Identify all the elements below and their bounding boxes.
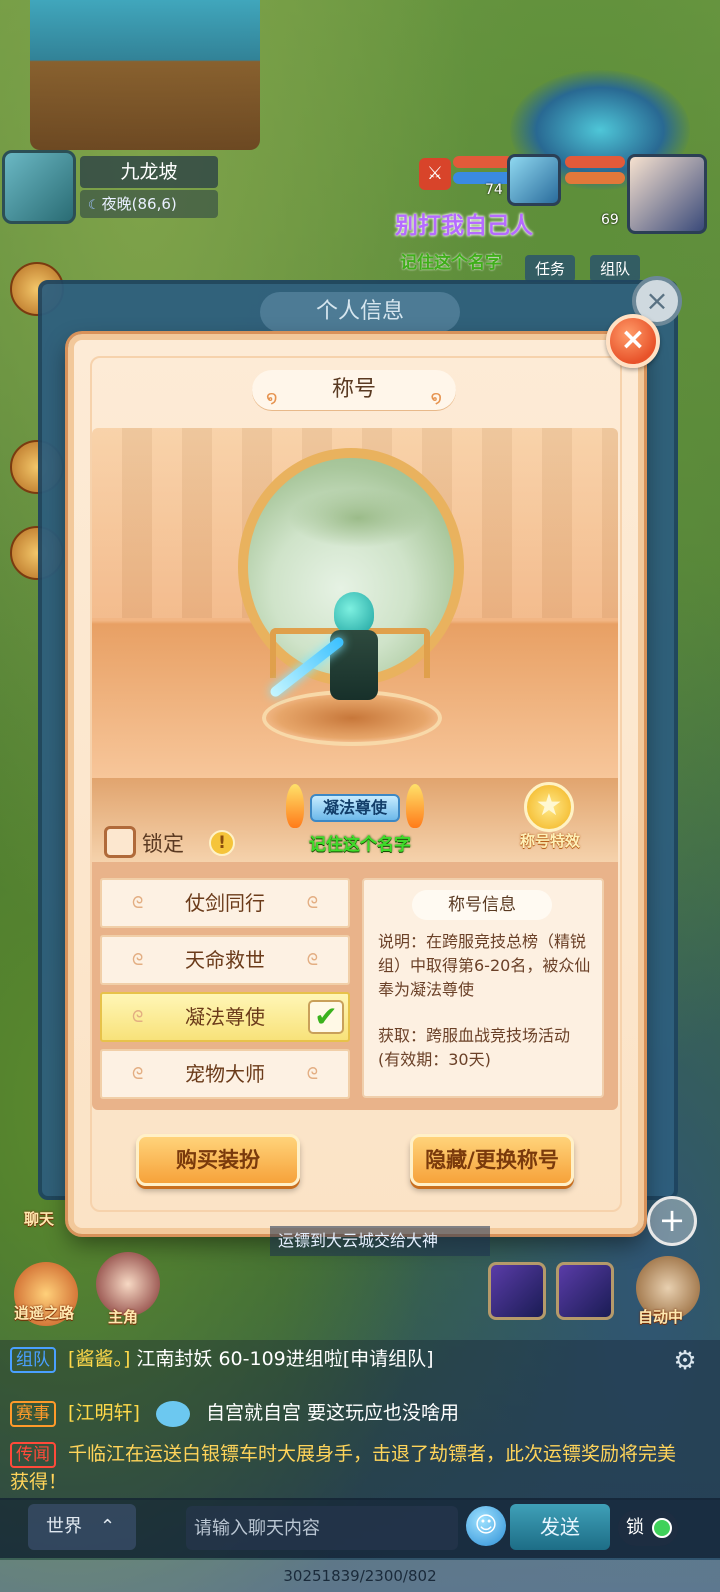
title-item-label: 宠物大师: [185, 1062, 265, 1086]
character-head: [334, 592, 374, 634]
chat-channel-select[interactable]: 世界 ⌃: [28, 1504, 136, 1550]
member1-hp-bar: [453, 156, 513, 168]
pk-sword-icon[interactable]: ⚔: [419, 158, 451, 190]
cloud-ornament-icon: ᘓ: [132, 1007, 144, 1026]
title-effect-label: 称号特效: [519, 832, 580, 850]
cloud-ornament-icon: ᘓ: [306, 893, 318, 912]
emoji-icon[interactable]: ☺: [466, 1506, 506, 1546]
member2-hp-bar: [565, 156, 625, 168]
swirl-ornament-icon: ໑: [430, 387, 442, 408]
modal-title: ໑ 称号 ໑: [252, 370, 456, 410]
flame-left-icon: [286, 784, 304, 828]
skill-slot-1-icon[interactable]: [488, 1262, 546, 1320]
chat-sender[interactable]: [江明轩]: [68, 1402, 140, 1424]
lock-checkbox[interactable]: [104, 826, 136, 858]
equipped-title-name: 凝法尊使: [310, 794, 400, 822]
cloud-ornament-icon: ᘓ: [132, 893, 144, 912]
moon-icon: ☾: [88, 198, 100, 213]
skill-slot-2-icon[interactable]: [556, 1262, 614, 1320]
member2-mp-bar: [565, 172, 625, 184]
channel-label: 世界: [46, 1516, 82, 1537]
chat-line-1[interactable]: 组队 [酱酱。] 江南封妖 60-109进组啦[申请组队]: [10, 1344, 434, 1373]
cloud-ornament-icon: ᘓ: [306, 1064, 318, 1083]
swirl-ornament-icon: ໑: [266, 387, 278, 408]
title-obtain: 获取：跨服血战竞技场活动(有效期：30天): [378, 1026, 571, 1069]
sender-avatar-icon: [155, 1400, 190, 1427]
title-item-1[interactable]: ᘓ 仗剑同行 ᘓ: [100, 878, 350, 928]
checkmark-icon[interactable]: ✔: [308, 1000, 344, 1034]
chat-side-label[interactable]: 聊天: [24, 1208, 54, 1229]
modal-close-button[interactable]: ×: [606, 314, 660, 368]
chat-message: 千临江在运送白银镖车时大展身手，击退了劫镖者，此次运镖奖励将完美获得！: [10, 1443, 677, 1493]
chat-settings-gear-icon[interactable]: ⚙: [670, 1346, 700, 1376]
member2-avatar[interactable]: [627, 154, 707, 234]
title-description: 说明：在跨服竞技总榜（精锐组）中取得第6-20名，被众仙奉为凝法尊使: [378, 932, 591, 999]
member1-avatar[interactable]: [507, 154, 561, 206]
title-item-3-selected[interactable]: ᘓ 凝法尊使 ✔: [100, 992, 350, 1042]
member1-mp-bar: [453, 172, 513, 184]
cloud-ornament-icon: ᘓ: [306, 950, 318, 969]
quest-pill[interactable]: 任务: [525, 255, 576, 282]
location-panel[interactable]: 九龙坡 ☾ 夜晚(86,6): [2, 150, 222, 226]
chat-tag: 传闻: [10, 1442, 56, 1468]
chevron-up-icon: ⌃: [100, 1516, 116, 1537]
time-coords: ☾ 夜晚(86,6): [80, 190, 218, 218]
personal-info-title: 个人信息: [260, 292, 460, 332]
star-icon: ★: [524, 782, 574, 832]
character-showcase: [92, 428, 618, 778]
cloud-ornament-icon: ᘓ: [132, 1064, 144, 1083]
chat-tag: 赛事: [10, 1401, 56, 1427]
chat-line-3[interactable]: 传闻 千临江在运送白银镖车时大展身手，击退了劫镖者，此次运镖奖励将完美获得！: [10, 1440, 690, 1496]
convoy-quest-text[interactable]: 运镖到大云城交给大神: [270, 1226, 490, 1256]
hero-label: 主角: [108, 1308, 139, 1326]
top-pills: 任务 组队: [525, 255, 650, 282]
buy-outfit-button[interactable]: 购买装扮: [136, 1134, 300, 1186]
member1-level: 74: [485, 182, 503, 198]
character-model: [268, 592, 388, 722]
equipped-title-subtitle: 记住这个名字: [309, 835, 411, 855]
coords-text: 夜晚(86,6): [101, 195, 177, 213]
equipped-title-badge: 凝法尊使 记住这个名字: [280, 780, 430, 856]
world-player-name: 别打我自己人: [395, 213, 533, 239]
minimap-icon[interactable]: [2, 150, 76, 224]
title-list: ᘓ 仗剑同行 ᘓ ᘓ 天命救世 ᘓ ᘓ 凝法尊使 ✔ ᘓ 宠物大师 ᘓ: [100, 878, 350, 1106]
world-player-title: 记住这个名字: [400, 253, 502, 273]
modal-title-text: 称号: [331, 377, 376, 402]
quest-road-label: 逍遥之路: [14, 1304, 75, 1322]
chat-message: 自宫就自宫 要这玩应也没啥用: [205, 1402, 460, 1424]
team-pill[interactable]: 组队: [590, 255, 641, 282]
lock-status-dot: [652, 1518, 672, 1538]
title-item-2[interactable]: ᘓ 天命救世 ᘓ: [100, 935, 350, 985]
title-item-4[interactable]: ᘓ 宠物大师 ᘓ: [100, 1049, 350, 1099]
flame-right-icon: [406, 784, 424, 828]
info-warning-icon[interactable]: !: [209, 830, 235, 856]
market-stall: [30, 0, 260, 150]
chat-sender[interactable]: [酱酱。]: [68, 1348, 130, 1370]
pine-branch: [288, 488, 428, 548]
footer-id: 30251839/2300/802: [0, 1560, 720, 1592]
auto-battle-label: 自动中: [638, 1308, 684, 1326]
title-item-label: 凝法尊使: [185, 1005, 265, 1029]
hide-change-title-button[interactable]: 隐藏/更换称号: [410, 1134, 574, 1186]
chat-line-2[interactable]: 赛事 [江明轩] 自宫就自宫 要这玩应也没啥用: [10, 1398, 459, 1427]
cloud-ornament-icon: ᘓ: [132, 950, 144, 969]
chat-message: 江南封妖 60-109进组啦[申请组队]: [136, 1348, 434, 1370]
send-button[interactable]: 发送: [510, 1504, 610, 1550]
lock-label: 锁定: [142, 832, 184, 856]
title-info-header: 称号信息: [412, 890, 552, 920]
title-info-text: 说明：在跨服竞技总榜（精锐组）中取得第6-20名，被众仙奉为凝法尊使 获取：跨服…: [378, 930, 592, 1072]
title-item-label: 仗剑同行: [185, 891, 265, 915]
title-effect-button[interactable]: ★ 称号特效: [510, 782, 590, 860]
member2-level: 69: [601, 212, 619, 228]
title-item-label: 天命救世: [185, 948, 265, 972]
chat-input[interactable]: [186, 1506, 458, 1550]
expand-plus-button[interactable]: +: [647, 1196, 697, 1246]
map-name: 九龙坡: [80, 156, 218, 188]
chat-tag: 组队: [10, 1347, 56, 1373]
